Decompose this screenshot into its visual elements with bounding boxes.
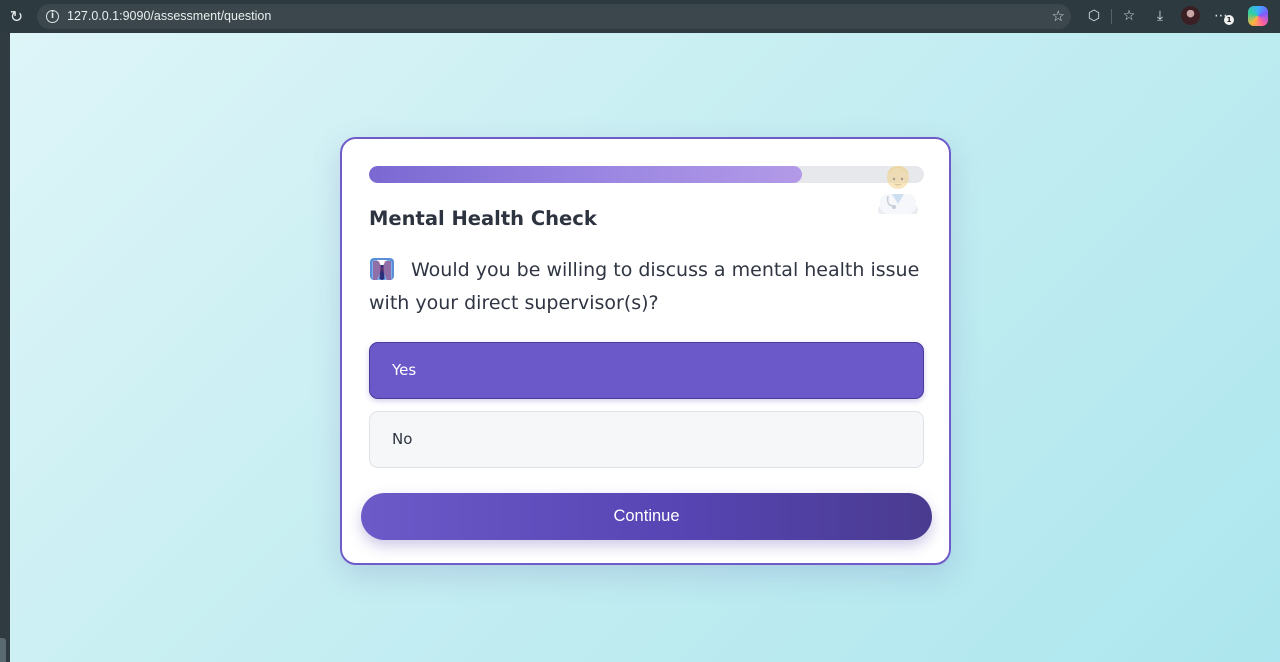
extensions-icon[interactable]: ⬡ (1085, 7, 1103, 25)
question-block: Would you be willing to discuss a mental… (369, 254, 929, 320)
continue-button[interactable]: Continue (361, 493, 932, 540)
url-text[interactable]: 127.0.0.1:9090/assessment/question (67, 9, 271, 23)
favorite-star-icon[interactable]: ☆ (1052, 7, 1065, 25)
toolbar-divider (1111, 9, 1112, 24)
profile-avatar[interactable] (1181, 6, 1200, 25)
copilot-icon[interactable] (1248, 6, 1268, 26)
side-panel-handle[interactable] (0, 638, 6, 662)
progress-fill (369, 166, 802, 183)
address-bar[interactable]: i 127.0.0.1:9090/assessment/question ☆ (37, 4, 1071, 29)
assessment-card: Mental Health Check Would you be willing… (340, 137, 951, 565)
option-yes[interactable]: Yes (369, 342, 924, 399)
page-title: Mental Health Check (369, 207, 597, 230)
progress-bar (369, 166, 924, 183)
reload-icon[interactable]: ↻ (8, 8, 25, 25)
option-label: No (392, 430, 413, 448)
supervisor-suit-icon (370, 258, 394, 280)
side-panel-edge (0, 33, 10, 662)
site-info-icon[interactable]: i (46, 10, 59, 23)
download-icon[interactable]: ⤓ (1151, 7, 1169, 25)
question-text: Would you be willing to discuss a mental… (369, 259, 920, 314)
notification-badge: 1 (1224, 15, 1234, 25)
option-label: Yes (392, 361, 417, 379)
option-no[interactable]: No (369, 411, 924, 468)
doctor-icon (878, 166, 918, 214)
browser-toolbar: ↻ i 127.0.0.1:9090/assessment/question ☆… (0, 0, 1280, 33)
favorites-icon[interactable]: ☆ (1120, 7, 1138, 25)
